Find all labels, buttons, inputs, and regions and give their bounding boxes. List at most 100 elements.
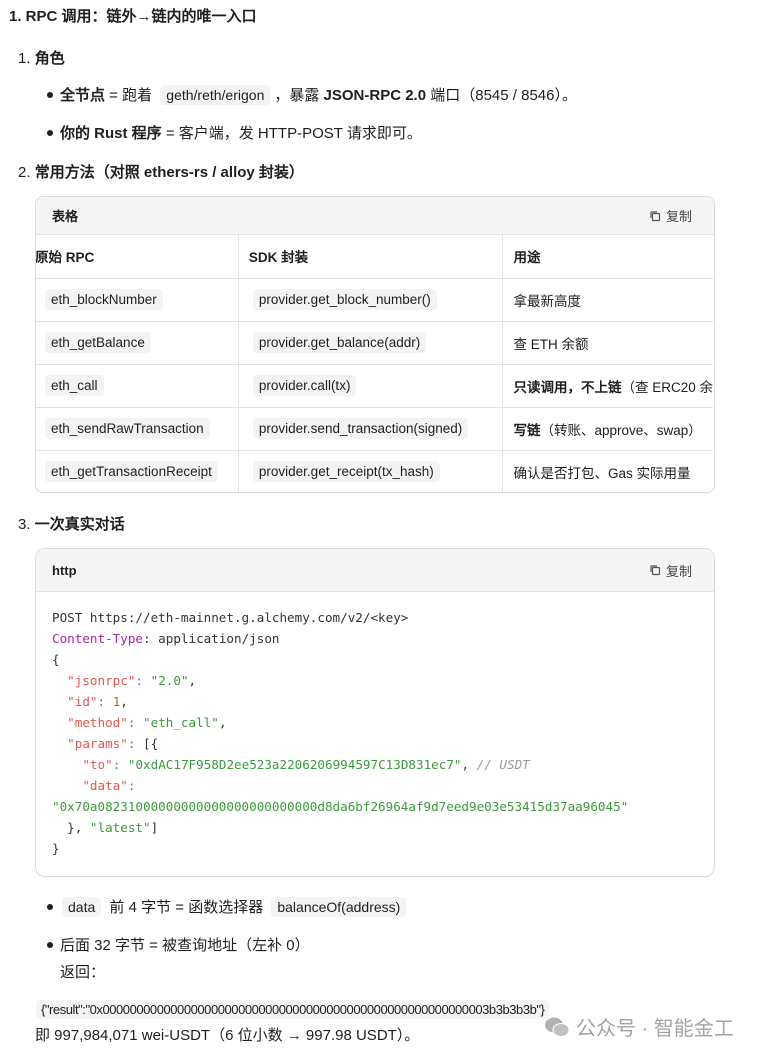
section-heading: 1. RPC 调用：链外→链内的唯一入口 <box>9 8 257 25</box>
table-label: 表格 <box>52 209 79 224</box>
bullet-icon <box>47 130 53 136</box>
num: 1. <box>18 50 31 67</box>
rpc-method: eth_call <box>45 375 104 396</box>
json-key: "id" <box>67 694 98 709</box>
sdk-cell: provider.call(tx) <box>237 364 503 408</box>
table-row: eth_getTransactionReceipt provider.get_r… <box>36 450 713 492</box>
json-number: 1 <box>112 694 121 709</box>
sub-heading-roles: 1. 角色 <box>18 47 65 68</box>
num: 2. <box>18 164 31 181</box>
sdk-method: provider.send_transaction(signed) <box>252 418 469 439</box>
json-key: "method" <box>67 715 128 730</box>
watermark-text: 公众号 · 智能金工 <box>576 1018 734 1040</box>
sdk-cell: provider.get_block_number() <box>237 278 503 322</box>
rpc-method: eth_getBalance <box>45 332 151 353</box>
json-string: "2.0" <box>150 673 189 688</box>
code-line: POST https://eth-mainnet.g.alchemy.com/v… <box>52 610 409 625</box>
sdk-method: provider.get_receipt(tx_hash) <box>252 461 440 483</box>
t: = 客户端，发 HTTP-POST 请求即可。 <box>161 125 422 142</box>
rpc-method: eth_blockNumber <box>45 289 163 310</box>
use-cell: 确认是否打包、Gas 实际用量 <box>502 450 713 492</box>
rpc-method: eth_sendRawTransaction <box>45 418 210 439</box>
result-inline-code: {"result":"0x000000000000000000000000000… <box>36 1000 550 1019</box>
use-text: （查 ERC20 余额 <box>621 379 713 395</box>
col-header: 用途 <box>502 235 713 279</box>
rpc-cell: eth_getTransactionReceipt <box>36 450 238 492</box>
bullet-icon <box>47 92 53 98</box>
inline-code: data <box>62 897 102 917</box>
rpc-cell: eth_getBalance <box>36 321 239 365</box>
use-cell: 写链（转账、approve、swap） <box>502 407 713 451</box>
code-language: http <box>52 562 77 578</box>
col-header: SDK 封装 <box>237 235 503 279</box>
t: = 跑着 <box>105 87 157 104</box>
use-bold: 写链 <box>513 422 541 438</box>
t: ，暴露 <box>274 87 324 104</box>
table-header-row: 原始 RPC SDK 封装 用途 <box>36 235 713 279</box>
code-comment: // USDT <box>476 757 530 772</box>
rpc-cell: eth_sendRawTransaction <box>36 407 239 451</box>
use-bold: 只读调用，不上链 <box>513 379 622 395</box>
json-string: "latest" <box>89 820 151 835</box>
table-row: eth_blockNumber provider.get_block_numbe… <box>36 278 713 322</box>
note-address: 后面 32 字节 = 被查询地址（左补 0） <box>60 937 310 954</box>
json-string: "eth_call" <box>143 715 219 730</box>
copy-icon <box>650 565 661 576</box>
methods-table-card: 表格 复制 原始 RPC SDK 封装 用途 eth_blockNumber pro… <box>35 196 715 493</box>
inline-code: balanceOf(address) <box>271 897 407 917</box>
table-row: eth_call provider.call(tx) 只读调用，不上链（查 ER… <box>36 364 713 408</box>
rpc-cell: eth_call <box>36 364 239 408</box>
json-string: "0xdAC17F958D2ee523a2206206994597C13D831… <box>127 757 462 772</box>
role-client: 你的 Rust 程序 = 客户端，发 HTTP-POST 请求即可。 <box>60 122 422 143</box>
bullet-icon <box>47 904 53 910</box>
use-text: 拿最新高度 <box>513 293 581 309</box>
json-string: "0x70a08231000000000000000000000000d8da6… <box>52 799 629 814</box>
wechat-icon <box>545 1017 570 1037</box>
copy-label: 复制 <box>665 209 692 224</box>
note-return: 返回： <box>60 964 106 981</box>
header-key: Content-Type <box>52 631 143 646</box>
json-key: "jsonrpc" <box>67 673 136 688</box>
rpc-cell: eth_blockNumber <box>36 278 239 322</box>
copy-label: 复制 <box>665 563 692 579</box>
copy-code-button[interactable]: 复制 <box>649 561 692 580</box>
title: 角色 <box>34 50 65 67</box>
sdk-cell: provider.get_receipt(tx_hash) <box>237 450 503 492</box>
title: 常用方法（对照 ethers-rs / alloy 封装） <box>34 164 304 181</box>
sub-heading-methods: 2. 常用方法（对照 ethers-rs / alloy 封装） <box>18 161 304 182</box>
copy-table-button[interactable]: 复制 <box>649 206 692 225</box>
title: 一次真实对话 <box>34 516 125 533</box>
use-cell: 拿最新高度 <box>502 278 713 322</box>
watermark: 公众号 · 智能金工 <box>544 1012 734 1041</box>
methods-table: 原始 RPC SDK 封装 用途 eth_blockNumber provider.… <box>36 235 713 492</box>
json-key: "params" <box>67 736 128 751</box>
json-key: "to" <box>82 757 113 772</box>
num: 3. <box>18 516 31 533</box>
use-text: （转账、approve、swap） <box>540 422 702 438</box>
sdk-cell: provider.send_transaction(signed) <box>237 407 503 451</box>
b: 你的 Rust 程序 <box>60 125 162 142</box>
code-block: http 复制 POST https://eth-mainnet.g.alche… <box>35 548 715 877</box>
rpc-method: eth_getTransactionReceipt <box>45 461 218 483</box>
note-selector: data 前 4 字节 = 函数选择器 balanceOf(address) <box>62 896 407 917</box>
use-text: 查 ETH 余额 <box>513 336 589 352</box>
sdk-method: provider.get_balance(addr) <box>252 332 427 353</box>
role-fullnode: 全节点 = 跑着 geth/reth/erigon ，暴露 JSON-RPC 2.… <box>60 84 577 105</box>
sub-heading-example: 3. 一次真实对话 <box>18 513 125 534</box>
inline-code: geth/reth/erigon <box>160 85 271 105</box>
b: JSON-RPC 2.0 <box>323 87 427 104</box>
table-row: eth_getBalance provider.get_balance(addr… <box>36 321 713 365</box>
json-key: "data" <box>82 778 128 793</box>
use-cell: 只读调用，不上链（查 ERC20 余额 <box>502 364 713 408</box>
t: 端口（8545 / 8546）。 <box>426 87 577 104</box>
result-explanation: 即 997,984,071 wei-USDT（6 位小数 → 997.98 US… <box>35 1027 420 1044</box>
col-header: 原始 RPC <box>36 235 239 279</box>
table-row: eth_sendRawTransaction provider.send_tra… <box>36 407 713 451</box>
header-value: application/json <box>150 631 280 646</box>
sdk-cell: provider.get_balance(addr) <box>237 321 503 365</box>
use-text: 确认是否打包、Gas 实际用量 <box>513 465 691 481</box>
copy-icon <box>650 210 661 221</box>
code-content: POST https://eth-mainnet.g.alchemy.com/v… <box>52 610 629 856</box>
sdk-method: provider.call(tx) <box>252 375 357 396</box>
b: 全节点 <box>60 87 106 104</box>
